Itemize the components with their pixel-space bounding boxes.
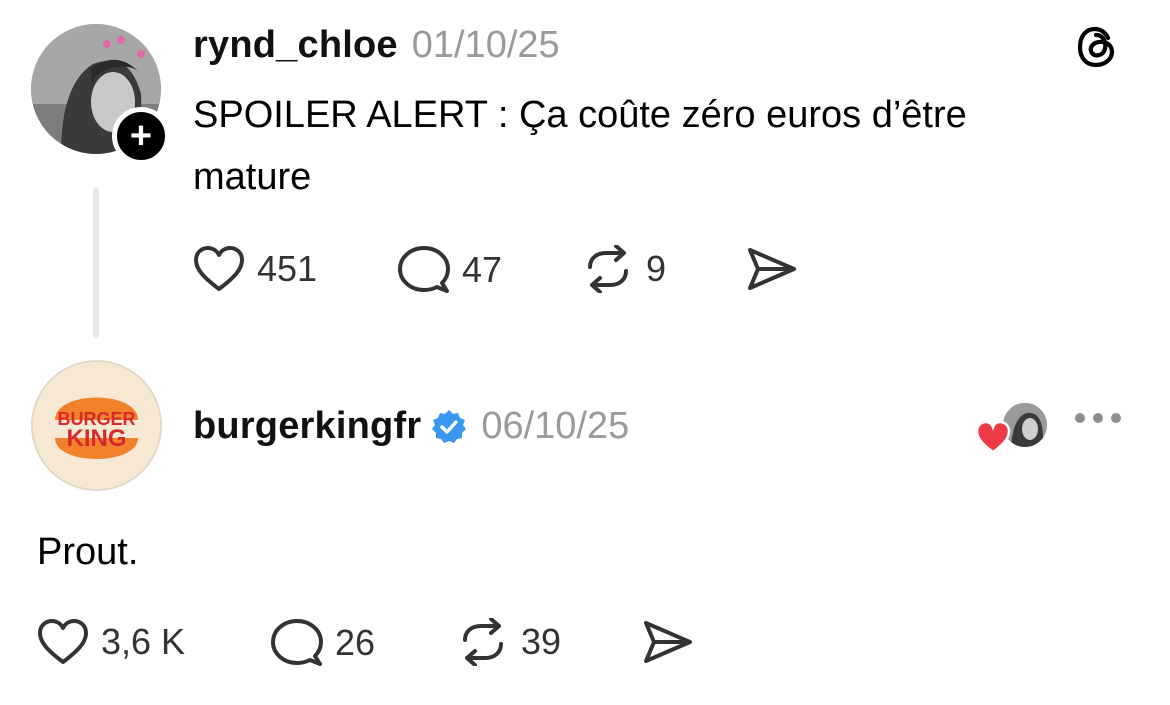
post1-repost-count: 9 <box>646 248 667 289</box>
post1-share-button[interactable] <box>746 245 798 293</box>
post2-repost-count: 39 <box>521 621 562 662</box>
post2-username[interactable]: burgerkingfr <box>193 405 421 448</box>
post1-reply-button[interactable]: 47 <box>398 245 502 295</box>
post1-username[interactable]: rynd_chloe <box>193 24 398 67</box>
heart-icon <box>38 619 88 664</box>
share-icon <box>644 621 692 663</box>
post2-like-button[interactable]: 3,6 K <box>37 618 185 666</box>
post1-like-count: 451 <box>257 248 318 289</box>
post1-repost-button[interactable]: 9 <box>582 245 666 293</box>
repost-icon <box>588 245 628 293</box>
comment-icon <box>398 246 450 293</box>
post1-text: SPOILER ALERT : Ça coûte zéro euros d’êt… <box>193 84 967 208</box>
post2-like-count: 3,6 K <box>101 621 186 662</box>
repost-icon <box>463 618 503 666</box>
thread-connector-line <box>93 188 99 338</box>
post2-reply-count: 26 <box>335 622 376 663</box>
more-icon[interactable] <box>1075 413 1121 423</box>
post2-share-button[interactable] <box>642 618 694 666</box>
post1-header: rynd_chloe 01/10/25 <box>193 24 560 67</box>
more-dot <box>1093 413 1103 423</box>
verified-badge-icon <box>432 409 467 443</box>
post1-reply-count: 47 <box>462 249 503 290</box>
avatar-burgerkingfr[interactable]: BURGER KING <box>31 360 162 491</box>
logo-text-king: KING <box>67 425 127 452</box>
post2-reply-button[interactable]: 26 <box>271 618 375 668</box>
post1-text-line1: SPOILER ALERT : Ça coûte zéro euros d’êt… <box>193 94 967 136</box>
heart-icon <box>194 246 244 291</box>
post1-text-line2: mature <box>193 156 312 198</box>
comment-icon <box>271 619 323 666</box>
post2-date: 06/10/25 <box>481 405 630 447</box>
post1-like-button[interactable]: 451 <box>193 245 317 293</box>
more-dot <box>1111 413 1121 423</box>
share-icon <box>748 248 796 290</box>
liked-by-author-indicator[interactable] <box>975 401 1049 454</box>
post2-text: Prout. <box>37 531 139 573</box>
threads-logo-icon[interactable] <box>1075 24 1121 70</box>
burger-king-logo-icon: BURGER KING <box>33 362 160 489</box>
post1-date: 01/10/25 <box>411 24 560 66</box>
more-dot <box>1075 413 1085 423</box>
follow-button[interactable]: + <box>112 107 170 165</box>
post2-repost-button[interactable]: 39 <box>457 618 561 666</box>
heart-filled-icon <box>975 420 1011 454</box>
post2-header: burgerkingfr 06/10/25 <box>193 405 629 448</box>
